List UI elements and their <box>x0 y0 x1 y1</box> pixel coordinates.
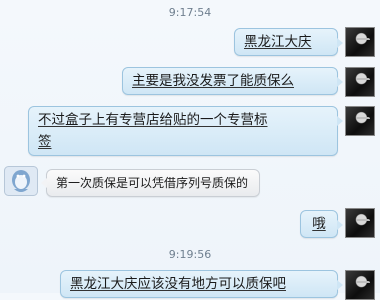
message-bubble-sent[interactable]: 黑龙江大庆 <box>234 28 343 56</box>
message-text: 黑龙江大庆应该没有地方可以质保吧 <box>70 276 286 292</box>
timestamp: 9:17:54 <box>168 6 212 19</box>
message-bubble-sent[interactable]: 不过盒子上有专营店给贴的一个专营标 签 <box>28 106 343 156</box>
my-avatar-icon[interactable] <box>345 106 375 136</box>
qq-penguin-avatar-icon[interactable] <box>4 166 38 196</box>
message-text: 第一次质保是可以凭借序列号质保的 <box>56 176 249 190</box>
message-text: 哦 <box>312 216 326 232</box>
my-avatar-icon[interactable] <box>345 27 375 57</box>
message-text: 黑龙江大庆 <box>244 34 312 50</box>
message-bubble-sent[interactable]: 黑龙江大庆应该没有地方可以质保吧 <box>60 270 343 298</box>
message-bubble-sent[interactable]: 哦 <box>300 210 343 238</box>
timestamp: 9:19:56 <box>168 248 212 261</box>
my-avatar-icon[interactable] <box>345 208 375 238</box>
my-avatar-icon[interactable] <box>345 67 375 97</box>
message-bubble-received[interactable]: 第一次质保是可以凭借序列号质保的 <box>41 169 260 197</box>
my-avatar-icon[interactable] <box>345 270 375 300</box>
message-text-line: 签 <box>38 134 52 150</box>
message-text: 主要是我没发票了能质保么 <box>132 73 294 89</box>
message-bubble-sent[interactable]: 主要是我没发票了能质保么 <box>122 67 343 95</box>
message-text-line: 不过盒子上有专营店给贴的一个专营标 <box>38 112 268 128</box>
